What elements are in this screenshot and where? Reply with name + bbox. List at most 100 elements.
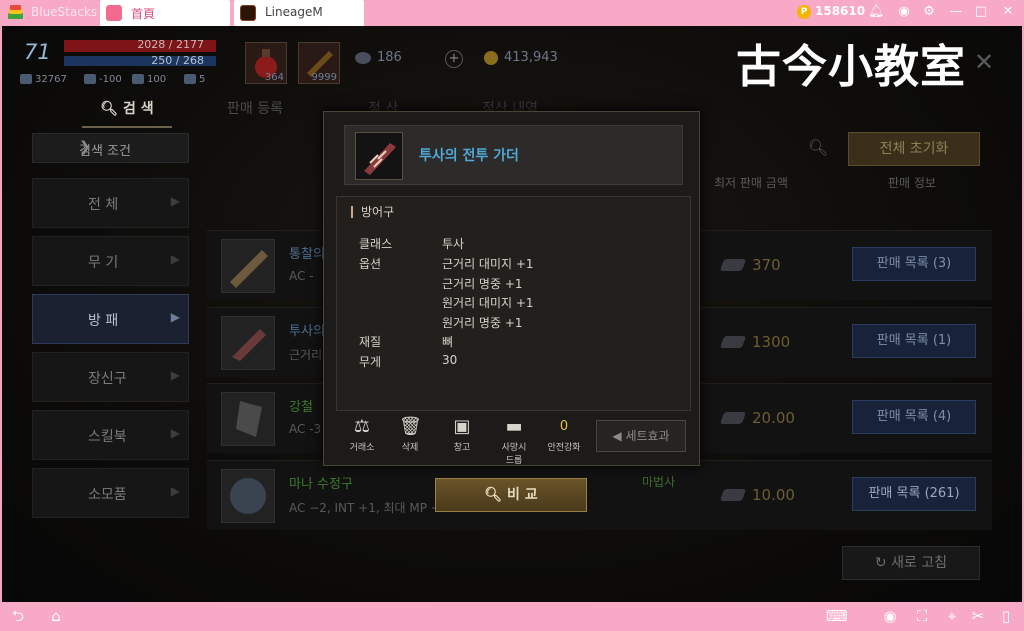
item-thumbnail [221, 239, 275, 293]
item-desc: AC - [289, 269, 314, 283]
weight-icon [132, 74, 144, 84]
chest-icon: ▣ [453, 416, 471, 437]
keyboard-icon[interactable]: ⌨ [826, 607, 848, 625]
gear-icon[interactable]: ⚙ [921, 4, 937, 20]
home-icon [106, 5, 122, 21]
sidebar-item-armor[interactable]: 방 패 ▶ [32, 294, 189, 344]
arrow-right-icon: ▶ [170, 426, 180, 440]
add-resource-button[interactable]: + [445, 50, 463, 68]
sale-list-button[interactable]: 판매 목록 (4) [852, 400, 976, 434]
stat-lawful: -100 [84, 74, 122, 85]
search-condition-button[interactable]: 검색 조건 ❯ [32, 133, 189, 163]
field-label: 클래스 [359, 237, 393, 251]
compare-button[interactable]: 🔍︎ 비 교 [435, 478, 587, 512]
minimize-icon[interactable]: — [948, 4, 964, 20]
chevron-right-icon: ❯ [79, 139, 91, 155]
account-icon[interactable]: ◉ [896, 4, 912, 20]
sale-list-button[interactable]: 판매 목록 (1) [852, 324, 976, 358]
arrow-right-icon: ▶ [170, 252, 180, 266]
refresh-button[interactable]: ↻ 새로 고침 [842, 546, 980, 580]
coin-balance[interactable]: 158610 [815, 4, 865, 18]
search-icon: 🔍︎ [100, 101, 123, 117]
sidebar-item-weapon[interactable]: 무 기 ▶ [32, 236, 189, 286]
stat-weight: 100 [132, 74, 166, 85]
tab-home-label: 首頁 [131, 7, 156, 21]
list-search-icon[interactable]: 🔍︎ [808, 138, 828, 157]
potion-count: 364 [264, 72, 284, 83]
item-thumbnail [221, 469, 275, 523]
bell-icon[interactable]: 🔔︎ [868, 4, 885, 20]
search-icon: 🔍︎ [484, 487, 507, 503]
storage-button[interactable]: ▣ 창고 [440, 414, 484, 453]
close-icon[interactable]: ✕ [1000, 4, 1016, 20]
sidebar-item-consumable[interactable]: 소모품 ▶ [32, 468, 189, 518]
table-row[interactable]: 마나 수정구 AC −2, INT +1, 최대 MP + 마법사 10.00 … [207, 460, 992, 530]
price-currency-icon [719, 259, 747, 271]
field-label: 무게 [359, 355, 382, 369]
item-desc: AC -3 [289, 422, 322, 436]
set-effect-button[interactable]: ◀ 세트효과 [596, 420, 686, 452]
safe-enchant-button[interactable]: 0 안전강화 [542, 414, 586, 453]
column-lowest-price: 최저 판매 금액 [714, 176, 788, 190]
scroll-count: 9999 [311, 72, 337, 83]
tab-lineagem-label: LineageM [265, 5, 323, 19]
phone-icon[interactable]: ▯ [996, 607, 1016, 625]
item-desc: AC −2, INT +1, 최대 MP + [289, 501, 441, 515]
item-thumbnail [221, 316, 275, 370]
maximize-icon[interactable]: □ [973, 4, 989, 20]
stat-speed: 5 [184, 74, 205, 85]
close-shop-icon[interactable]: ✕ [974, 48, 994, 76]
coin-icon: P [797, 5, 811, 19]
item-name: 투사의 [289, 324, 325, 339]
tab-sell-register[interactable]: 판매 등록 [227, 98, 283, 128]
death-drop-button[interactable]: ▬ 사망시 드롭 [492, 414, 536, 466]
scissors-icon[interactable]: ✂ [968, 607, 988, 625]
sidebar-item-accessory[interactable]: 장신구 ▶ [32, 352, 189, 402]
ac-icon [20, 74, 32, 84]
field-value: 원거리 명중 +1 [442, 316, 523, 330]
arrow-right-icon: ▶ [170, 310, 180, 324]
safe-enchant-icon: 0 [559, 419, 569, 434]
potion-slot[interactable]: 364 [245, 42, 287, 84]
price-currency-icon [719, 336, 747, 348]
sidebar-item-skillbook[interactable]: 스킬북 ▶ [32, 410, 189, 460]
lineagem-icon [240, 5, 256, 21]
field-value: 근거리 명중 +1 [442, 277, 523, 291]
stat-ac: 32767 [20, 74, 67, 85]
back-icon[interactable]: ⮌ [8, 607, 28, 625]
arrow-right-icon: ▶ [170, 368, 180, 382]
arrow-right-icon: ▶ [170, 194, 180, 208]
item-price: 20.00 [752, 409, 795, 427]
tab-home[interactable]: 首頁 [100, 0, 230, 26]
fullscreen-icon[interactable]: ⛶ [912, 607, 932, 625]
item-name: 마나 수정구 [289, 477, 353, 492]
player-level: 71 [24, 40, 51, 64]
item-details: 방어구 클래스 투사 옵션 근거리 대미지 +1 근거리 명중 +1 원거리 대… [336, 196, 691, 411]
eye-icon[interactable]: ◉ [880, 607, 900, 625]
item-name: 통찰의 [289, 247, 325, 262]
sidebar-item-all[interactable]: 전 체 ▶ [32, 178, 189, 228]
reset-all-button[interactable]: 전체 초기화 [848, 132, 980, 166]
item-title: 투사의 전투 가더 [419, 148, 519, 164]
bluestacks-window: BlueStacks 首頁 LineageM P 158610 🔔︎ ◉ ⚙ —… [0, 0, 1024, 631]
sale-list-button[interactable]: 판매 목록 (3) [852, 247, 976, 281]
game-screen[interactable]: 71 2028 / 2177 250 / 268 32767 -100 100 … [2, 26, 1022, 602]
mp-text: 250 / 268 [151, 54, 204, 67]
tab-search[interactable]: 🔍︎ 검 색 [82, 98, 172, 128]
home-icon[interactable]: ⌂ [44, 607, 68, 625]
item-price: 370 [752, 256, 781, 274]
field-label: 옵션 [359, 257, 382, 271]
field-value: 뼈 [442, 335, 454, 349]
scroll-slot[interactable]: 9999 [298, 42, 340, 84]
sale-list-button[interactable]: 판매 목록 (261) [852, 477, 976, 511]
tab-lineagem[interactable]: LineageM [234, 0, 364, 26]
location-icon[interactable]: ⌖ [942, 607, 962, 625]
trade-button[interactable]: ⚖ 거래소 [340, 414, 384, 453]
delete-button[interactable]: 🗑︎ 삭제 [388, 414, 432, 453]
field-label: 재질 [359, 335, 382, 349]
column-sale-info: 판매 정보 [888, 176, 936, 190]
item-category: 방어구 [351, 206, 394, 218]
skull-icon [84, 74, 96, 84]
item-desc: 근거리 [289, 348, 323, 362]
watermark-text: 古今小教室 [736, 40, 967, 93]
